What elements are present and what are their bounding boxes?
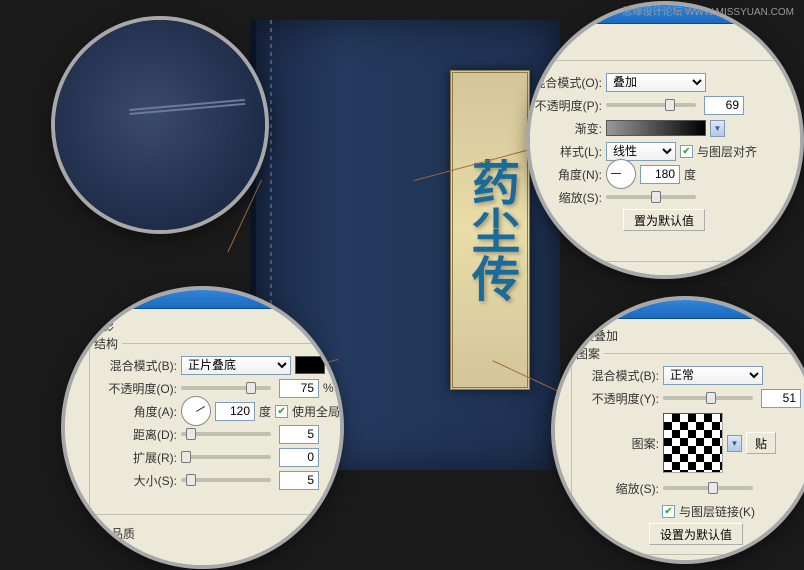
pattern-swatch[interactable]	[663, 413, 723, 473]
chevron-down-icon[interactable]: ▼	[710, 120, 725, 137]
opacity-slider[interactable]	[663, 396, 753, 400]
align-checkbox[interactable]: ✔	[680, 145, 693, 158]
zoom-gradient-panel: 渐变叠加 渐变 混合模式(O): 叠加 不透明度(P): 渐变: ▼ 样式(L)…	[530, 5, 800, 275]
distance-label: 距离(D):	[105, 426, 177, 443]
section-heading: 投影	[90, 317, 114, 334]
blend-mode-label: 混合模式(B):	[587, 367, 659, 384]
scale-label: 缩放(S):	[530, 189, 602, 206]
distance-slider[interactable]	[181, 432, 271, 436]
opacity-label: 不透明度(Y):	[587, 390, 659, 407]
angle-label: 角度(N):	[530, 166, 602, 183]
gradient-swatch[interactable]	[606, 120, 706, 136]
section-heading: 图案叠加	[570, 327, 618, 344]
angle-dial[interactable]	[181, 396, 211, 426]
pattern-label: 图案:	[587, 435, 659, 452]
spread-label: 扩展(R):	[105, 449, 177, 466]
blend-mode-select[interactable]: 叠加	[606, 73, 706, 92]
opacity-label: 不透明度(O):	[105, 380, 177, 397]
angle-input[interactable]	[215, 402, 255, 421]
reset-default-button[interactable]: 置为默认值	[623, 209, 705, 231]
link-layer-label: 与图层链接(K)	[679, 503, 755, 520]
link-layer-checkbox[interactable]: ✔	[662, 505, 675, 518]
angle-input[interactable]	[640, 165, 680, 184]
zoom-dropshadow-panel: 投影 结构 混合模式(B): 正片叠底 不透明度(O): % 角度(A): 度 …	[65, 290, 340, 565]
size-input[interactable]	[279, 471, 319, 490]
snap-origin-button[interactable]: 贴	[746, 432, 776, 454]
opacity-slider[interactable]	[606, 103, 696, 107]
section-heading: 渐变叠加	[530, 32, 558, 49]
watermark-text: 思缘设计论坛 WWW.MISSYUAN.COM	[622, 3, 794, 18]
distance-input[interactable]	[279, 425, 319, 444]
opacity-label: 不透明度(P):	[530, 97, 602, 114]
percent-unit: %	[323, 381, 334, 395]
gradient-label: 渐变:	[530, 120, 602, 137]
size-slider[interactable]	[181, 478, 271, 482]
gradient-overlay-panel: 渐变叠加 渐变 混合模式(O): 叠加 不透明度(P): 渐变: ▼ 样式(L)…	[530, 5, 800, 275]
scale-label: 缩放(S):	[587, 480, 659, 497]
group-subsection: 结构	[90, 335, 122, 352]
zoom-pattern-panel: 图案叠加 图案 混合模式(B): 正常 不透明度(Y): 图案: ▼ 贴 缩放(…	[555, 300, 804, 560]
blend-mode-select[interactable]: 正常	[663, 366, 763, 385]
style-select[interactable]: 线性	[606, 142, 676, 161]
blend-mode-label: 混合模式(O):	[530, 74, 602, 91]
style-label: 样式(L):	[530, 143, 602, 160]
panel-title-bar[interactable]	[555, 300, 804, 319]
book-title-label: 药尘传	[450, 70, 530, 390]
align-label: 与图层对齐	[697, 143, 757, 160]
opacity-input[interactable]	[704, 96, 744, 115]
global-light-label: 使用全局	[292, 403, 340, 420]
group-subsection: 图案	[572, 345, 604, 362]
scale-slider[interactable]	[606, 195, 696, 199]
reset-default-button[interactable]: 设置为默认值	[649, 523, 743, 545]
angle-dial[interactable]	[606, 159, 636, 189]
spread-slider[interactable]	[181, 455, 271, 459]
chevron-down-icon[interactable]: ▼	[727, 435, 742, 452]
opacity-input[interactable]	[761, 389, 801, 408]
global-light-checkbox[interactable]: ✔	[275, 405, 288, 418]
angle-label: 角度(A):	[105, 403, 177, 420]
color-swatch[interactable]	[295, 356, 325, 374]
group-subsection: 渐变	[530, 52, 547, 69]
panel-title-bar[interactable]	[65, 290, 340, 309]
zoom-fabric-detail	[55, 20, 265, 230]
angle-unit: 度	[684, 166, 696, 183]
opacity-slider[interactable]	[181, 386, 271, 390]
size-label: 大小(S):	[105, 472, 177, 489]
opacity-input[interactable]	[279, 379, 319, 398]
blend-mode-label: 混合模式(B):	[105, 357, 177, 374]
blend-mode-select[interactable]: 正片叠底	[181, 356, 291, 375]
scale-slider[interactable]	[663, 486, 753, 490]
spread-input[interactable]	[279, 448, 319, 467]
pattern-overlay-panel: 图案叠加 图案 混合模式(B): 正常 不透明度(Y): 图案: ▼ 贴 缩放(…	[555, 300, 804, 560]
quality-heading: 品质	[111, 525, 135, 542]
angle-unit: 度	[259, 403, 271, 420]
drop-shadow-panel: 投影 结构 混合模式(B): 正片叠底 不透明度(O): % 角度(A): 度 …	[65, 290, 340, 565]
